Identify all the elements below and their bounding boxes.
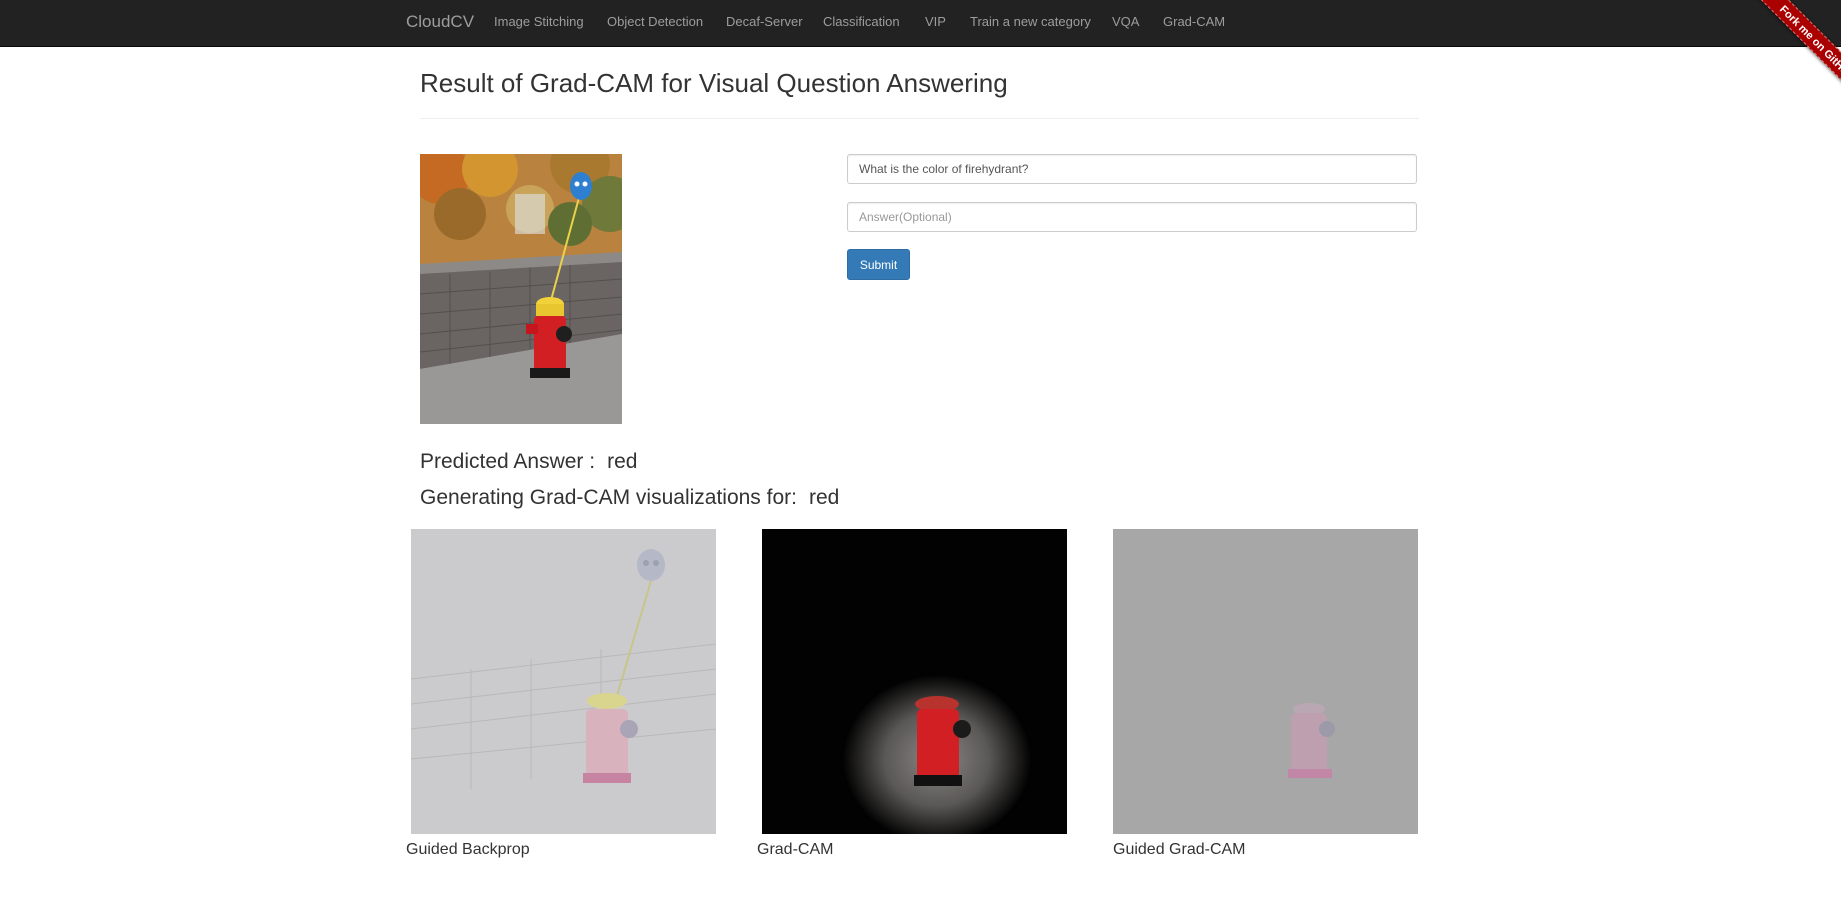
grad-cam-image (762, 529, 1067, 834)
generating-for-row: Generating Grad-CAM visualizations for: r… (420, 486, 839, 510)
predicted-answer-row: Predicted Answer : red (420, 450, 637, 474)
guided-grad-cam-caption: Guided Grad-CAM (1113, 841, 1246, 858)
answer-input[interactable] (847, 202, 1417, 232)
nav-item-train-category[interactable]: Train a new category (970, 0, 1091, 46)
input-image (420, 154, 622, 424)
predicted-answer-value: red (607, 450, 638, 473)
predicted-answer-label: Predicted Answer : (420, 450, 596, 473)
question-input[interactable] (847, 154, 1417, 184)
fork-on-github-ribbon[interactable]: Fork me on GitHub (1749, 0, 1841, 110)
guided-backprop-image (411, 529, 716, 834)
top-navbar: CloudCV Image Stitching Object Detection… (0, 0, 1841, 47)
guided-backprop-caption: Guided Backprop (406, 841, 530, 858)
guided-grad-cam-image (1113, 529, 1418, 834)
brand-link[interactable]: CloudCV (406, 0, 474, 46)
title-divider (420, 118, 1419, 119)
nav-item-image-stitching[interactable]: Image Stitching (494, 0, 584, 46)
nav-item-vqa[interactable]: VQA (1112, 0, 1139, 46)
nav-item-decaf-server[interactable]: Decaf-Server (726, 0, 803, 46)
nav-item-vip[interactable]: VIP (925, 0, 946, 46)
submit-button[interactable]: Submit (847, 249, 910, 280)
nav-item-object-detection[interactable]: Object Detection (607, 0, 703, 46)
page-title: Result of Grad-CAM for Visual Question A… (420, 68, 1008, 98)
grad-cam-caption: Grad-CAM (757, 841, 834, 858)
nav-item-classification[interactable]: Classification (823, 0, 900, 46)
generating-for-label: Generating Grad-CAM visualizations for: (420, 486, 797, 509)
github-ribbon-container: Fork me on GitHub (1719, 0, 1841, 122)
generating-for-value: red (809, 486, 840, 509)
nav-item-grad-cam[interactable]: Grad-CAM (1163, 0, 1225, 46)
